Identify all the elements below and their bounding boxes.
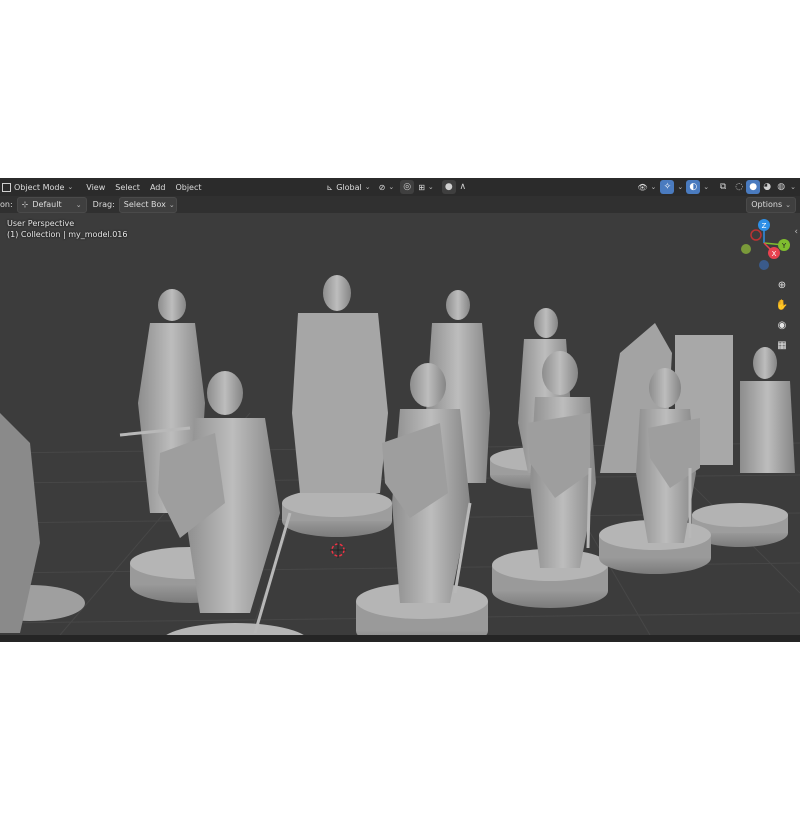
wireframe-shading-icon[interactable]: ◌ — [732, 180, 746, 194]
menu-add[interactable]: Add — [145, 180, 171, 194]
menu-object[interactable]: Object — [170, 180, 206, 194]
xray-icon[interactable]: ⧉ — [716, 180, 730, 194]
transform-orientation-dropdown[interactable]: ⊹ Default ⌄ — [16, 196, 87, 213]
chevron-down-icon: ⌄ — [168, 200, 175, 209]
drag-value: Select Box — [123, 200, 166, 209]
orientation-prefix-label: on: — [0, 200, 13, 209]
chevron-down-icon: ⌄ — [364, 183, 371, 191]
gizmo-x-label: X — [772, 250, 777, 258]
blender-window: Object Mode ⌄ View Select Add Object ⊾ G… — [0, 178, 800, 642]
transform-pivot-icon: ⊘ — [378, 182, 386, 192]
options-label: Options — [751, 200, 783, 209]
gizmo-y-label: Y — [781, 242, 787, 250]
menu-select[interactable]: Select — [110, 180, 145, 194]
perspective-label: User Perspective — [7, 219, 75, 228]
grid-icon[interactable]: ▦ — [774, 337, 790, 353]
gizmo-icon[interactable]: ✧ — [660, 180, 675, 194]
gizmo-z-label: Z — [762, 222, 767, 230]
piece-bases-front — [0, 520, 711, 635]
navigation-gizmo[interactable]: Z Y X — [738, 215, 798, 275]
axes-icon: ⊹ — [21, 200, 29, 209]
gizmo-neg-x-axis[interactable] — [750, 229, 762, 241]
proportional-edit-icon[interactable]: ● — [441, 180, 456, 194]
snap-increment-icon: ⊞ — [418, 182, 425, 192]
gizmo-neg-y-axis[interactable] — [741, 244, 751, 254]
transform-orientation-icon: ⊾ — [326, 182, 334, 192]
drag-dropdown[interactable]: Select Box ⌄ — [118, 196, 177, 213]
orientation-label: Global — [336, 182, 362, 192]
sidebar-toggle-icon[interactable]: ‹ — [794, 227, 798, 237]
chevron-down-icon: ⌄ — [427, 183, 434, 191]
3d-cursor-icon[interactable] — [330, 542, 346, 558]
menu-view[interactable]: View — [81, 180, 110, 194]
pivot-dropdown[interactable]: ⊘ ⌄ — [375, 180, 399, 194]
object-mode-icon — [2, 182, 11, 192]
drag-label: Drag: — [92, 200, 115, 209]
orientation-value: Default — [32, 200, 62, 209]
snap-icon[interactable]: ◎ — [400, 180, 415, 194]
camera-icon[interactable]: ◉ — [774, 317, 790, 333]
zoom-icon[interactable]: ⊕ — [774, 277, 790, 293]
chevron-down-icon: ⌄ — [75, 200, 82, 209]
visibility-icon: 👁 — [637, 182, 648, 192]
gizmo-neg-z-axis[interactable] — [759, 260, 769, 270]
visibility-dropdown[interactable]: 👁 ⌄ — [633, 180, 660, 194]
chevron-down-icon: ⌄ — [785, 200, 791, 209]
viewport-scene — [0, 275, 800, 635]
chevron-down-icon: ⌄ — [388, 183, 395, 191]
mode-label: Object Mode — [14, 182, 65, 192]
chevron-down-icon[interactable]: ⌄ — [790, 183, 796, 191]
rendered-shading-icon[interactable]: ◍ — [774, 180, 788, 194]
orientation-dropdown[interactable]: ⊾ Global ⌄ — [323, 180, 375, 194]
tool-settings-bar: on: ⊹ Default ⌄ Drag: Select Box ⌄ Optio… — [0, 196, 800, 213]
pan-icon[interactable]: ✋ — [774, 297, 790, 313]
options-dropdown[interactable]: Options ⌄ — [746, 196, 796, 213]
chevron-down-icon[interactable]: ⌄ — [703, 183, 709, 191]
material-shading-icon[interactable]: ◕ — [760, 180, 774, 194]
snap-target-dropdown[interactable]: ⊞ ⌄ — [414, 180, 438, 194]
solid-shading-icon[interactable]: ● — [746, 180, 761, 194]
chevron-down-icon: ⌄ — [67, 183, 74, 191]
mode-selector[interactable]: Object Mode ⌄ — [0, 180, 77, 194]
chevron-down-icon: ⌄ — [650, 183, 657, 191]
status-bar — [0, 635, 800, 642]
overlay-icon[interactable]: ◐ — [686, 180, 701, 194]
falloff-icon[interactable]: ∧ — [456, 180, 470, 194]
3d-viewport[interactable]: User Perspective (1) Collection | my_mod… — [0, 213, 800, 635]
viewport-header: Object Mode ⌄ View Select Add Object ⊾ G… — [0, 178, 800, 196]
chevron-down-icon[interactable]: ⌄ — [677, 183, 683, 191]
collection-label: (1) Collection | my_model.016 — [7, 230, 128, 239]
